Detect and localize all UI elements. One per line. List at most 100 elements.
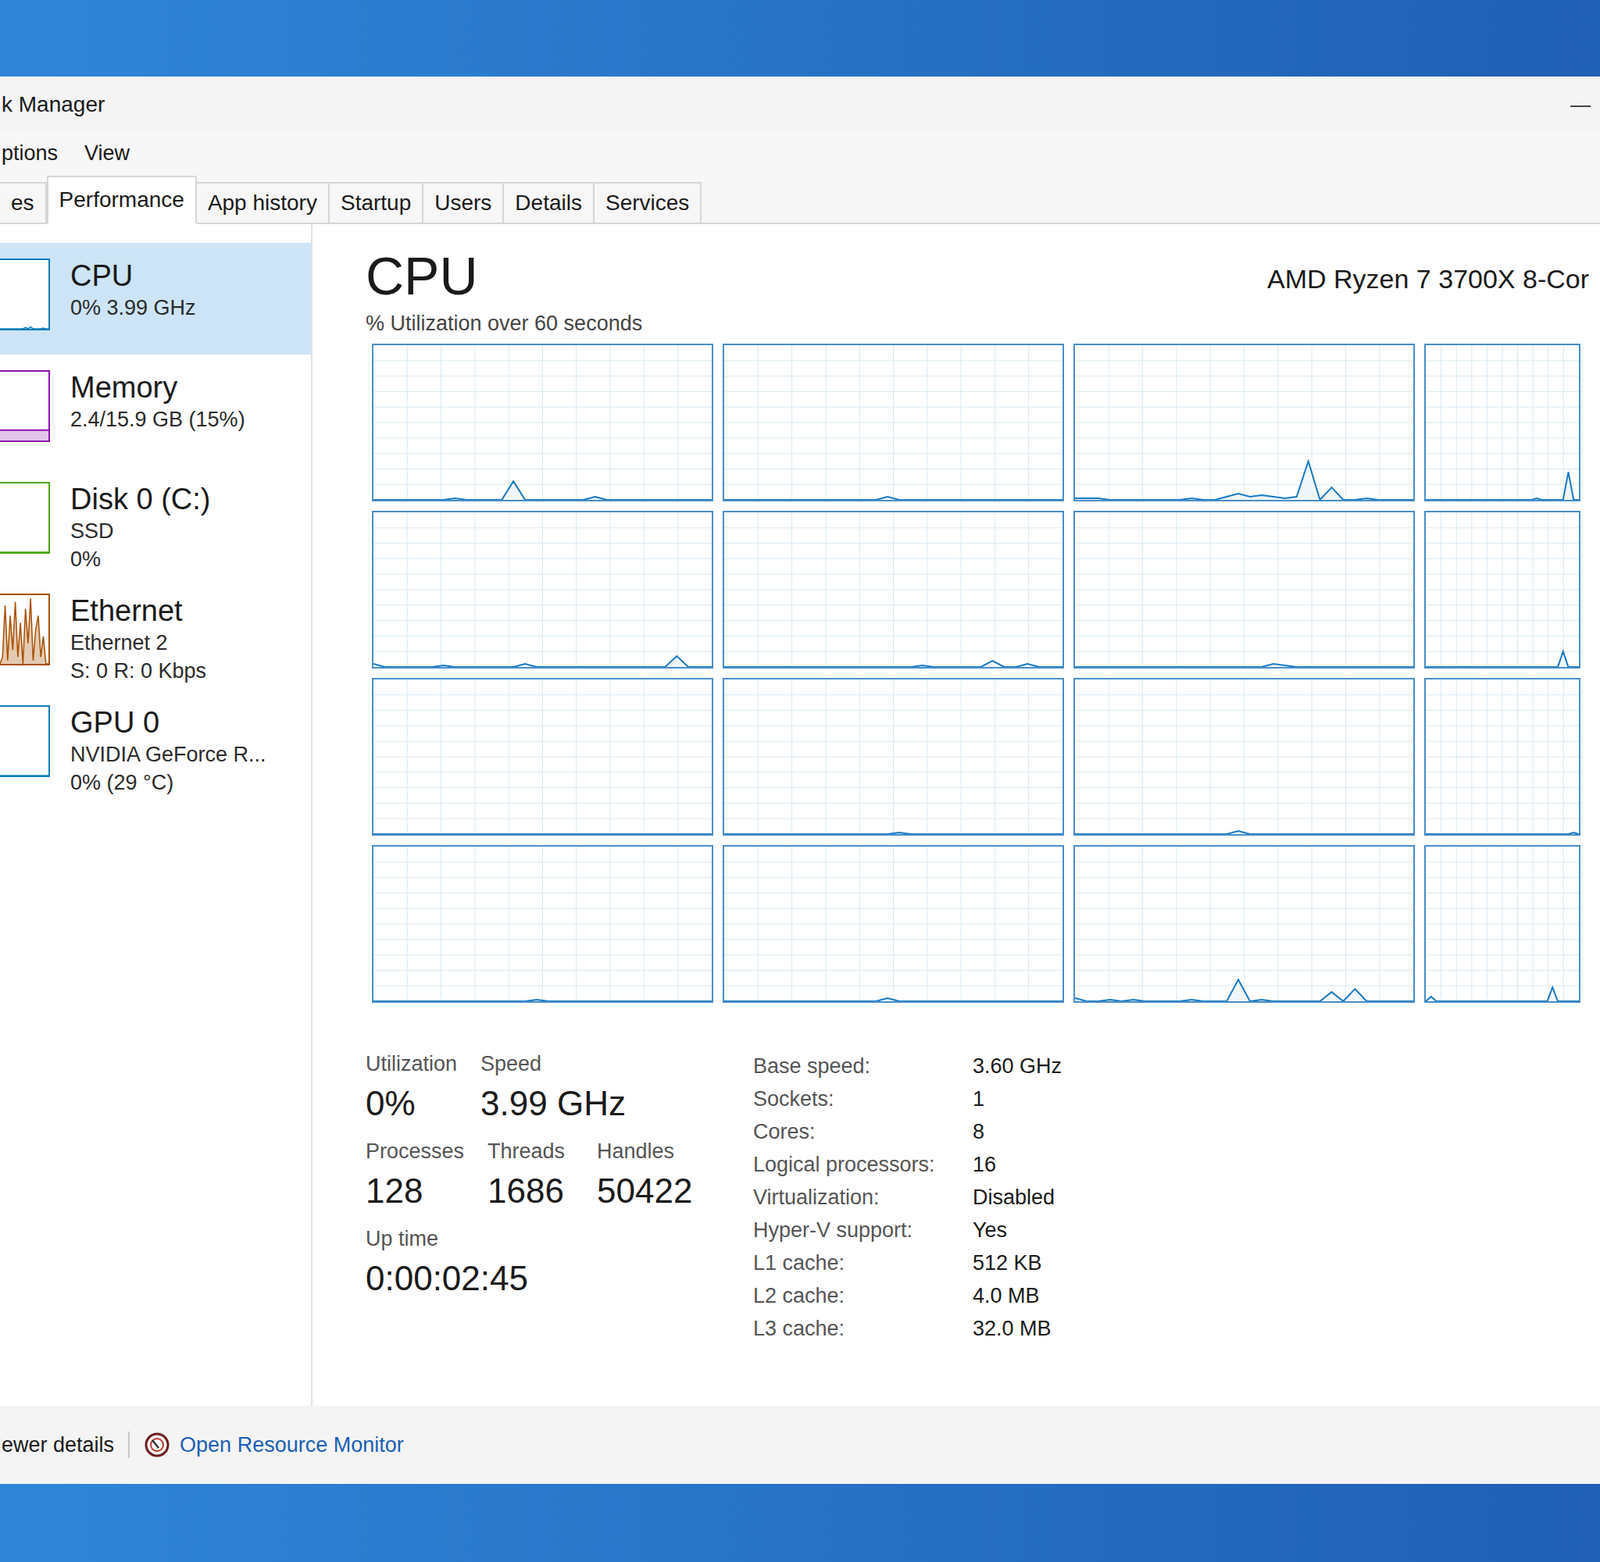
footer-separator: [128, 1432, 130, 1459]
tab[interactable]: Details: [503, 182, 595, 223]
info-value: 512 KB: [972, 1251, 1062, 1276]
cpu-core-graph: [722, 678, 1065, 836]
cpu-core-graph: [371, 510, 714, 669]
menu-item[interactable]: ptions: [1, 138, 58, 169]
utilization-line: [1075, 461, 1414, 501]
usage-thumbnail: [0, 593, 50, 666]
sidebar-item-name: Ethernet: [70, 593, 207, 629]
cpu-core-graph: [371, 845, 714, 1004]
stat-value: 3.99 GHz: [480, 1078, 626, 1130]
cpu-info: Base speed:3.60 GHzSockets:1Cores:8Logic…: [753, 1050, 1062, 1346]
utilization-line: [1425, 832, 1579, 835]
footer: ewer details Open Resource Monitor: [0, 1406, 1600, 1485]
stat-label: Threads: [487, 1137, 574, 1166]
sidebar-item-name: GPU 0: [70, 705, 267, 740]
stat-value: 1686: [487, 1165, 574, 1218]
stat-row: Processes128 Threads1686 Handles50422: [365, 1137, 754, 1218]
task-manager-window: k Manager — ptions View esPerformanceApp his…: [0, 76, 1600, 1485]
info-label: L2 cache:: [753, 1284, 973, 1309]
sidebar-item-detail: S: 0 R: 0 Kbps: [70, 657, 207, 685]
stat-value: 128: [365, 1165, 465, 1218]
stat-value: 50422: [596, 1165, 693, 1218]
memory-thumbnail: [0, 370, 50, 443]
stat: Utilization0%: [365, 1050, 458, 1130]
utilization-line: [1075, 664, 1414, 668]
sidebar-item[interactable]: CPU0% 3.99 GHz: [0, 242, 311, 355]
utilization-line: [373, 656, 712, 668]
info-value: 4.0 MB: [972, 1284, 1062, 1309]
utilization-line: [1425, 471, 1579, 500]
info-label: Logical processors:: [753, 1153, 973, 1178]
menu-bar: ptions View: [0, 132, 1600, 174]
menu-item[interactable]: View: [84, 138, 130, 169]
info-label: Hyper-V support:: [753, 1218, 973, 1243]
cpu-core-graph: [722, 343, 1065, 502]
desktop-background: [0, 0, 1600, 77]
info-value: 1: [972, 1087, 1062, 1112]
tab[interactable]: Services: [594, 182, 702, 223]
desktop: k Manager — ptions View esPerformanceApp his…: [0, 0, 1600, 1562]
info-value: 16: [972, 1153, 1062, 1178]
tab[interactable]: Users: [423, 182, 504, 223]
cpu-core-graph: [1073, 845, 1415, 1004]
utilization-line: [724, 660, 1063, 668]
sidebar-item[interactable]: Disk 0 (C:)SSD0%: [0, 466, 311, 579]
stat: Handles50422: [596, 1137, 693, 1218]
detail-title: CPU: [365, 244, 479, 308]
utilization-line: [724, 998, 1063, 1002]
cpu-core-graph: [1424, 678, 1581, 836]
sidebar-item[interactable]: GPU 0NVIDIA GeForce R...0% (29 °C): [0, 689, 311, 802]
stat-row: Utilization0%Speed3.99 GHz: [365, 1050, 754, 1130]
utilization-line: [724, 832, 1063, 835]
cpu-core-graph: [722, 510, 1065, 669]
utilization-line: [1425, 651, 1579, 668]
window-title: k Manager: [1, 92, 105, 118]
utilization-line: [724, 496, 1063, 500]
resource-monitor-link[interactable]: Open Resource Monitor: [143, 1432, 404, 1459]
utilization-line: [1075, 979, 1414, 1002]
stat: Threads1686: [487, 1137, 574, 1218]
stat-label: Processes: [365, 1137, 465, 1166]
cpu-core-graph: [1073, 678, 1415, 836]
info-value: 3.60 GHz: [972, 1054, 1062, 1079]
detail-header: CPU AMD Ryzen 7 3700X 8-Cor: [365, 244, 1600, 308]
stat-label: Handles: [596, 1137, 693, 1166]
sidebar-item[interactable]: Memory2.4/15.9 GB (15%): [0, 354, 311, 467]
core-graph-grid: [371, 343, 1600, 1004]
cpu-core-graph: [371, 343, 714, 502]
info-label: Cores:: [753, 1120, 973, 1145]
sidebar-item-detail: 0% 3.99 GHz: [70, 294, 197, 322]
sidebar-item-detail: 0%: [70, 546, 211, 573]
cpu-model: AMD Ryzen 7 3700X 8-Cor: [1267, 261, 1590, 308]
cpu-detail: CPUAMD Ryzen 7 3700X 8-Cor% Utilization …: [318, 224, 1600, 1407]
sidebar-item-detail: 2.4/15.9 GB (15%): [70, 406, 246, 433]
sidebar-item-name: CPU: [70, 258, 197, 293]
tab[interactable]: es: [0, 182, 47, 223]
tab[interactable]: Startup: [329, 182, 424, 223]
sidebar-item-detail: SSD: [70, 517, 211, 545]
stat: Processes128: [365, 1137, 465, 1218]
info-value: Yes: [972, 1218, 1062, 1243]
usage-thumbnail: [0, 482, 50, 554]
cpu-core-graph: [1073, 343, 1415, 502]
minimize-button[interactable]: —: [1567, 92, 1594, 118]
usage-thumbnail: [0, 258, 50, 331]
usage-thumbnail: [0, 705, 50, 778]
cpu-core-graph: [1424, 343, 1581, 502]
resource-monitor-link-text[interactable]: Open Resource Monitor: [179, 1433, 404, 1458]
info-value: 8: [972, 1120, 1062, 1145]
fewer-details-button[interactable]: ewer details: [1, 1433, 115, 1458]
info-label: Virtualization:: [753, 1185, 973, 1211]
tab[interactable]: App history: [196, 182, 330, 223]
desktop-background: [0, 1484, 1600, 1562]
stat: Up time0:00:02:45: [365, 1225, 529, 1305]
sidebar-item[interactable]: EthernetEthernet 2S: 0 R: 0 Kbps: [0, 578, 311, 690]
title-bar: k Manager —: [0, 76, 1600, 133]
performance-panel: CPU0% 3.99 GHzMemory2.4/15.9 GB (15%)Dis…: [0, 224, 1600, 1407]
stat-row: Up time0:00:02:45: [365, 1225, 754, 1305]
info-label: L3 cache:: [753, 1317, 973, 1342]
cpu-core-graph: [1424, 845, 1581, 1004]
sidebar-item-name: Memory: [70, 370, 246, 405]
sidebar-item-name: Disk 0 (C:): [70, 482, 211, 517]
tab[interactable]: Performance: [46, 175, 197, 225]
